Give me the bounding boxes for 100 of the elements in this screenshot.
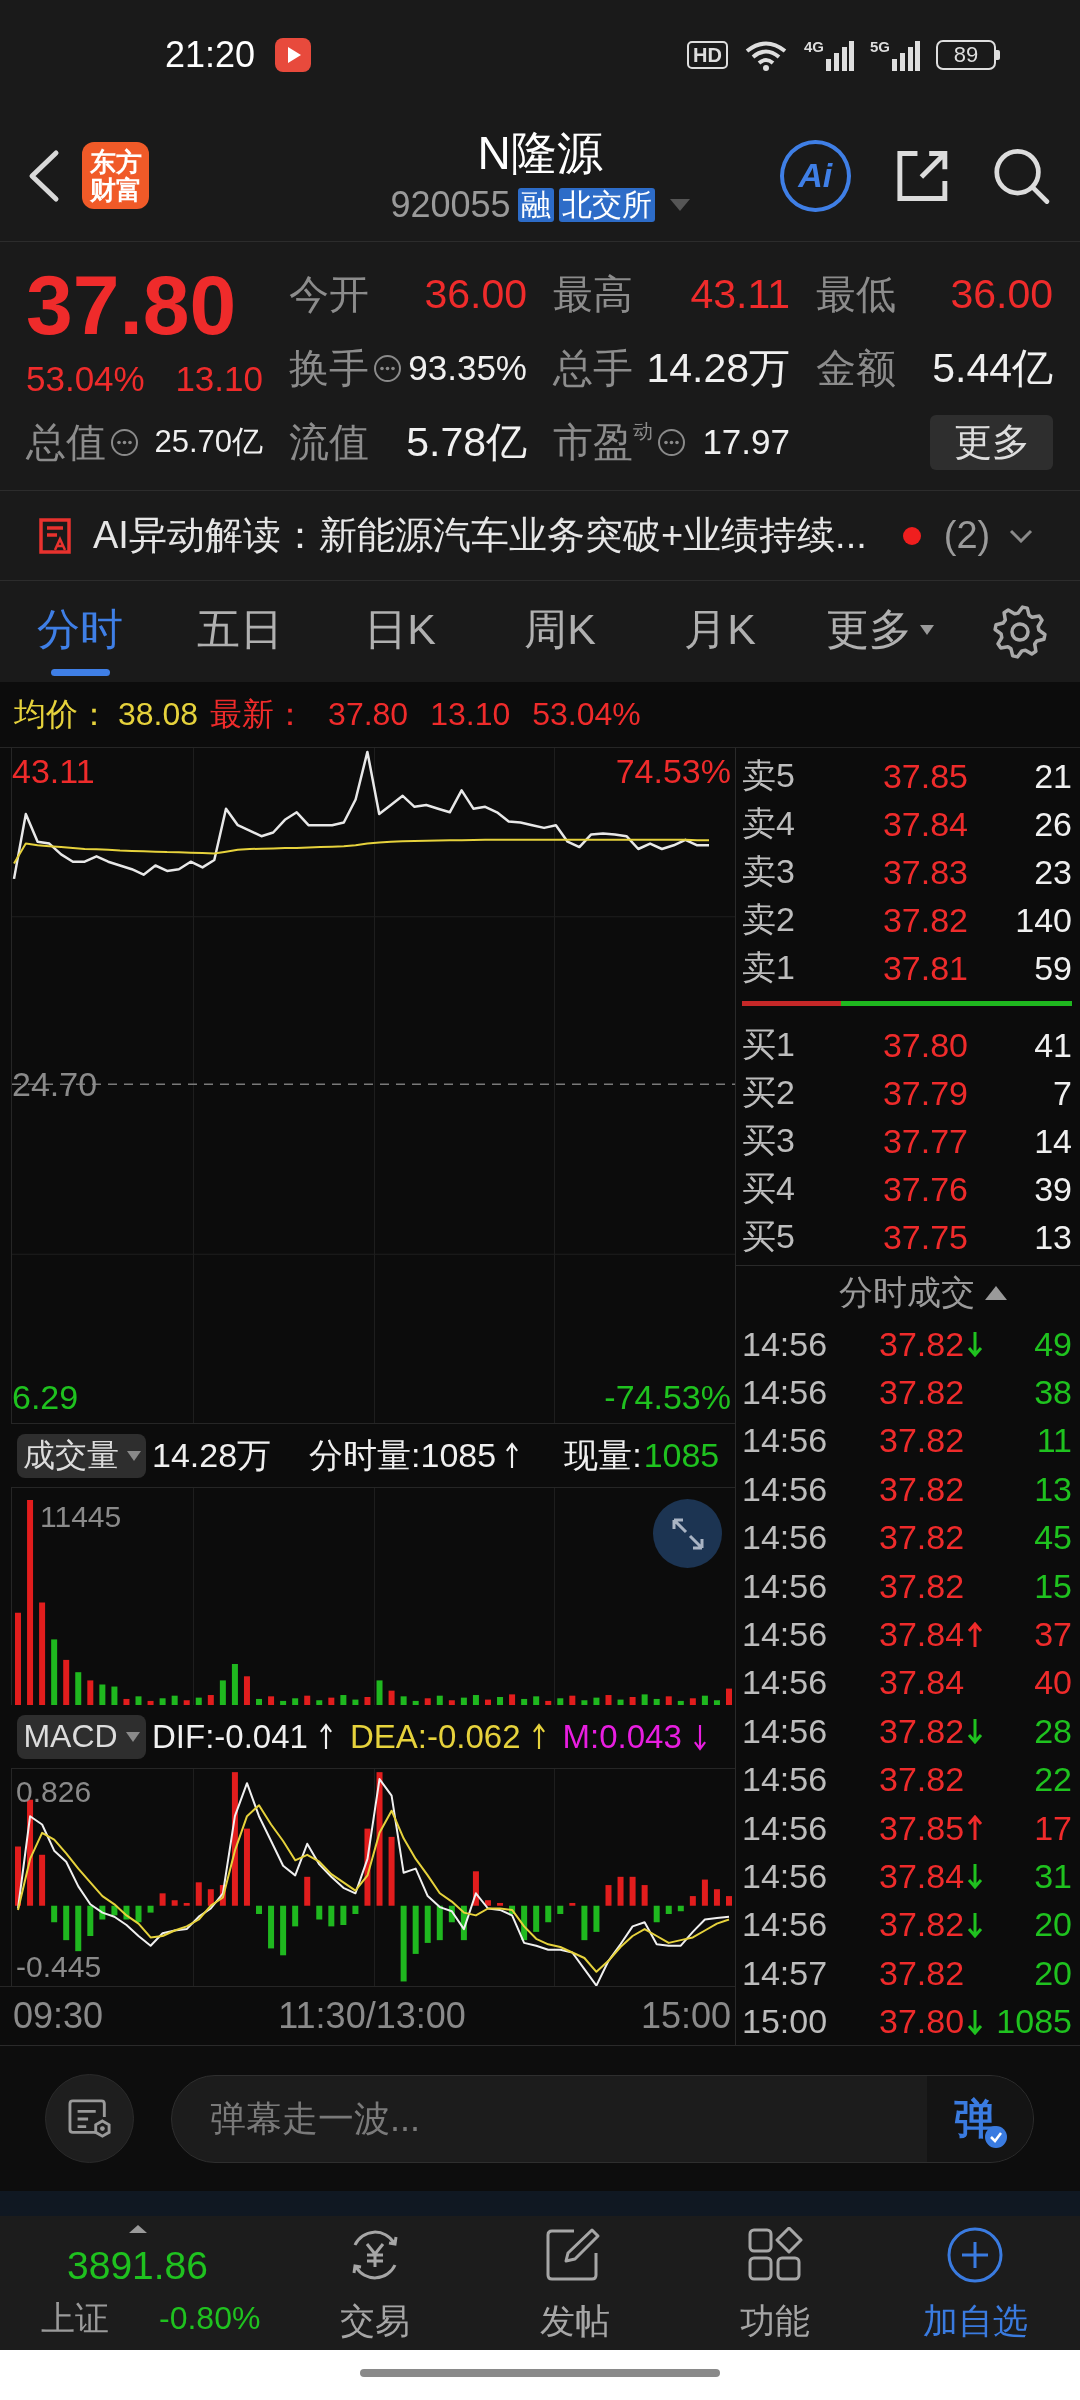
- tick-volume: 分时量:1085: [309, 1434, 497, 1476]
- time-axis-label: 09:30: [13, 1995, 104, 2037]
- ai-insight-text: AI异动解读：新能源汽车业务突破+业绩持续...: [93, 513, 867, 558]
- volume-bar: [485, 1699, 491, 1705]
- volume-bar: [171, 1695, 178, 1705]
- volume-bar: [665, 1696, 672, 1705]
- indicator-value: M:0.043: [562, 1717, 682, 1756]
- volume-bar: [207, 1695, 214, 1705]
- hd-voice-indicator: HD: [687, 41, 728, 69]
- bid-volume: 14: [1033, 1121, 1072, 1161]
- ask-volume: 26: [1033, 804, 1072, 844]
- indicator-selector[interactable]: 成交量: [17, 1433, 146, 1478]
- ellipsis-circle-icon[interactable]: [373, 353, 402, 383]
- volume-bar: [509, 1694, 516, 1705]
- chart-tab[interactable]: 更多: [800, 581, 960, 682]
- trade-volume: 45: [1034, 1518, 1072, 1558]
- bid-volume: 39: [1033, 1169, 1072, 1209]
- trade-time: 14:56: [742, 1324, 829, 1364]
- video-app-icon: [275, 38, 312, 72]
- ask-level-label: 卖4: [742, 803, 796, 844]
- chart-tab[interactable]: 月K: [640, 581, 800, 682]
- trade-price: 37.82: [879, 1518, 965, 1558]
- stat-value: 17.97: [702, 421, 790, 463]
- nav-item[interactable]: 功能: [675, 2216, 875, 2350]
- macd-histogram-bar: [256, 1905, 262, 1914]
- volume-bar: [111, 1686, 118, 1705]
- volume-bar: [268, 1696, 275, 1705]
- trade-volume: 11: [1036, 1421, 1072, 1461]
- volume-bar: [713, 1700, 720, 1705]
- ask-level-label: 卖3: [742, 851, 796, 892]
- macd-histogram-bar: [219, 1885, 226, 1906]
- more-button[interactable]: 更多: [930, 414, 1053, 470]
- index-change[interactable]: -0.80%: [159, 2298, 261, 2338]
- macd-histogram-bar: [99, 1905, 106, 1920]
- market-tag: 融: [517, 187, 554, 222]
- trade-time: 14:56: [742, 1373, 829, 1413]
- macd-histogram-bar: [701, 1879, 708, 1906]
- indicator-selector[interactable]: MACD: [17, 1714, 146, 1759]
- macd-histogram-bar: [533, 1905, 540, 1932]
- comment-input-field[interactable]: 弹幕走一波... 弹: [171, 2074, 1034, 2163]
- volume-bar: [87, 1680, 94, 1705]
- macd-histogram-bar: [135, 1905, 142, 1923]
- stat-value: 36.00: [424, 271, 527, 317]
- expand-icon: [670, 1516, 705, 1551]
- chevron-down-icon[interactable]: [1009, 528, 1034, 543]
- settings-icon[interactable]: [993, 604, 1047, 659]
- volume-bar: [195, 1697, 202, 1705]
- volume-bar: [219, 1680, 226, 1705]
- volume-bar: [569, 1695, 576, 1705]
- caret-up-icon[interactable]: [129, 2225, 147, 2233]
- latest-price-value: 53.04%: [532, 696, 641, 733]
- trade-time: 14:56: [742, 1615, 829, 1655]
- macd-histogram-bar: [593, 1905, 600, 1932]
- nav-item[interactable]: 发帖: [475, 2216, 675, 2350]
- volume-bar: [726, 1688, 732, 1705]
- nav-item[interactable]: 加自选: [875, 2216, 1075, 2350]
- send-comment-button[interactable]: 弹: [927, 2075, 1033, 2162]
- stat-label: 总值: [26, 419, 106, 465]
- ellipsis-circle-icon[interactable]: [110, 427, 139, 457]
- ellipsis-circle-icon[interactable]: [657, 427, 686, 457]
- stat-label: 今开: [289, 271, 369, 317]
- trades-title[interactable]: 分时成交: [839, 1270, 975, 1316]
- ask-price: 37.82: [881, 900, 968, 940]
- trade-time: 14:56: [742, 1469, 829, 1509]
- ask-volume: 23: [1033, 852, 1072, 892]
- battery-indicator: 89: [936, 40, 1000, 70]
- volume-bar: [400, 1696, 407, 1705]
- indicator-value: DIF:-0.041: [152, 1717, 308, 1756]
- trade-time: 14:56: [742, 1857, 829, 1896]
- index-name[interactable]: 上证: [41, 2298, 109, 2338]
- caret-icon: [125, 1731, 140, 1742]
- trade-time: 14:56: [742, 1566, 829, 1606]
- stat-label: 总手: [553, 345, 633, 391]
- volume-bar: [617, 1699, 624, 1705]
- chart-tab[interactable]: 周K: [480, 581, 640, 682]
- bid-volume: 41: [1033, 1025, 1072, 1065]
- macd-histogram-bar: [183, 1902, 190, 1906]
- index-value[interactable]: 3891.86: [67, 2244, 208, 2288]
- macd-histogram-bar: [123, 1905, 130, 1920]
- chart-tab[interactable]: 分时: [0, 581, 160, 682]
- triangle-up-icon[interactable]: [985, 1286, 1007, 1300]
- volume-bar: [581, 1700, 588, 1705]
- volume-bar: [376, 1680, 383, 1705]
- nav-item[interactable]: 交易: [275, 2216, 475, 2350]
- macd-histogram-bar: [195, 1882, 202, 1906]
- volume-bar: [701, 1695, 708, 1705]
- trade-price: 37.82: [879, 1373, 965, 1413]
- volume-bar: [521, 1698, 528, 1705]
- bid-price: 37.79: [881, 1073, 968, 1113]
- chart-tab[interactable]: 五日: [160, 581, 320, 682]
- trade-time: 14:56: [742, 1518, 829, 1558]
- bid-volume: 13: [1033, 1217, 1072, 1257]
- trade-price: 37.82: [879, 1469, 965, 1509]
- macd-histogram-bar: [557, 1905, 564, 1914]
- average-price-label: 均价：: [14, 694, 110, 734]
- search-icon[interactable]: [993, 146, 1050, 205]
- ai-assistant-button[interactable]: Ai: [780, 139, 851, 212]
- volume-bar: [605, 1695, 612, 1705]
- trade-price: 37.82: [879, 1953, 965, 1993]
- chart-tab[interactable]: 日K: [320, 581, 480, 682]
